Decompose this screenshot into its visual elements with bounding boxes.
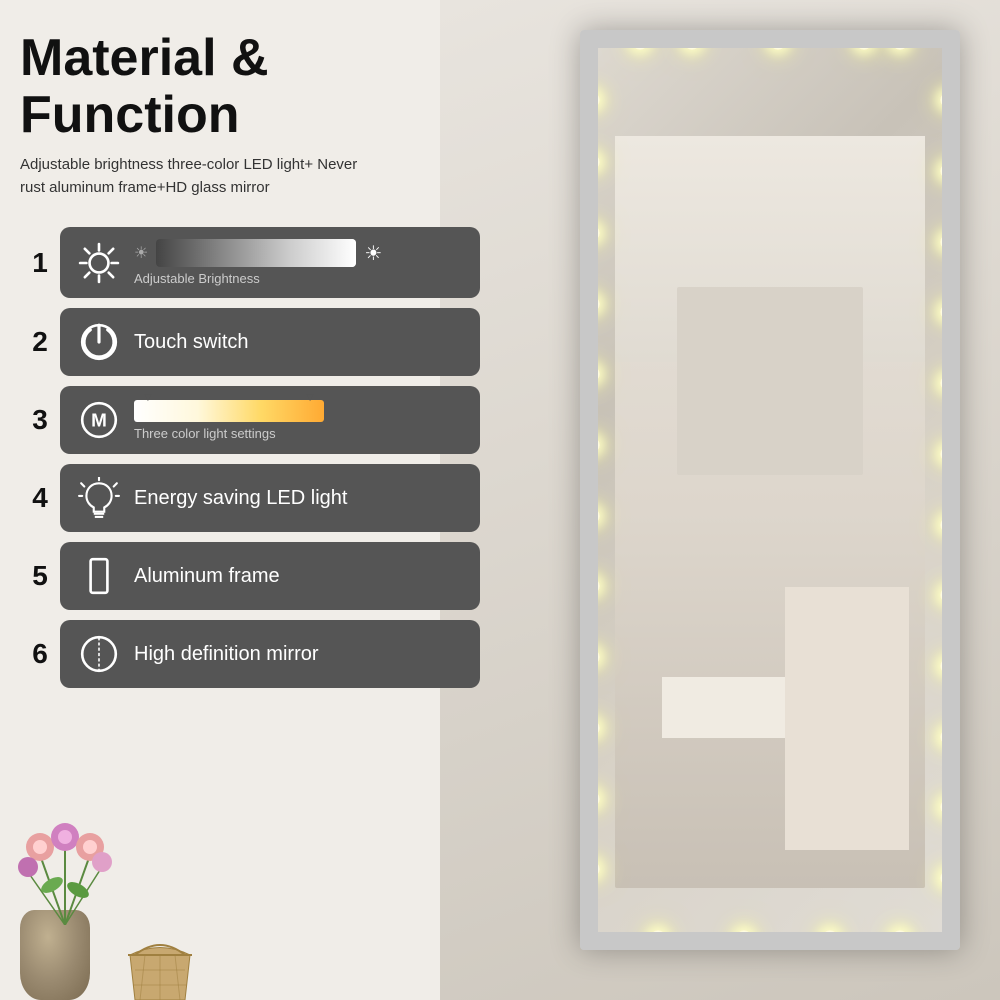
- feature-number-2: 2: [20, 326, 60, 358]
- aluminum-frame-label: Aluminum frame: [134, 565, 280, 587]
- mirror-icon: [78, 633, 120, 675]
- led-bulb: [650, 930, 666, 946]
- feature-text-6: High definition mirror: [134, 643, 462, 666]
- basket: [120, 935, 200, 1000]
- led-bulb: [892, 34, 908, 50]
- page-subtitle: Adjustable brightness three-color LED li…: [20, 154, 360, 199]
- bulb-icon: [78, 477, 120, 519]
- energy-saving-label: Energy saving LED light: [134, 487, 347, 509]
- led-bulb: [584, 225, 600, 241]
- feature-card-2: Touch switch: [60, 308, 480, 376]
- feature-card-5: Aluminum frame: [60, 542, 480, 610]
- flowers: [0, 805, 130, 930]
- room-interior: [615, 136, 925, 887]
- page-wrapper: Material & Function Adjustable brightnes…: [0, 0, 1000, 1000]
- led-bulb: [940, 234, 956, 250]
- led-bulb: [940, 92, 956, 108]
- led-bulb: [736, 930, 752, 946]
- led-bulb: [584, 720, 600, 736]
- led-bulb: [940, 799, 956, 815]
- feature-text-5: Aluminum frame: [134, 565, 462, 588]
- led-bulb: [584, 154, 600, 170]
- feature-text-1: ☀ ☀ Adjustable Brightness: [134, 239, 462, 286]
- feature-text-3: ▼ ▼ Three color light settings: [134, 400, 462, 441]
- feature-list: 1: [20, 227, 480, 688]
- led-bulb: [684, 34, 700, 50]
- feature-item-2: 2 Touch switch: [20, 308, 480, 376]
- led-bulb: [822, 930, 838, 946]
- led-bulb: [892, 930, 908, 946]
- feature-number-5: 5: [20, 560, 60, 592]
- touch-switch-label: Touch switch: [134, 331, 249, 353]
- feature-number-3: 3: [20, 404, 60, 436]
- page-title: Material & Function: [20, 30, 480, 144]
- feature-card-6: High definition mirror: [60, 620, 480, 688]
- brightness-label: Adjustable Brightness: [134, 271, 462, 286]
- feature-item-5: 5 Aluminum frame: [20, 542, 480, 610]
- led-bulb: [940, 729, 956, 745]
- feature-item-1: 1: [20, 227, 480, 298]
- feature-text-2: Touch switch: [134, 331, 462, 354]
- feature-item-3: 3 M ▼ ▼ Three color li: [20, 386, 480, 454]
- bottom-decoration: [0, 780, 320, 1000]
- feature-card-4: Energy saving LED light: [60, 464, 480, 532]
- feature-number-1: 1: [20, 247, 60, 279]
- color-light-label: Three color light settings: [134, 426, 462, 441]
- led-bulb: [940, 375, 956, 391]
- room-background: [440, 0, 1000, 1000]
- led-bulb: [584, 296, 600, 312]
- hd-mirror-label: High definition mirror: [134, 643, 319, 665]
- led-bulb: [584, 508, 600, 524]
- led-bulb: [940, 658, 956, 674]
- power-icon: [78, 321, 120, 363]
- led-bulb: [856, 34, 872, 50]
- mode-icon: M: [78, 399, 120, 441]
- feature-number-6: 6: [20, 638, 60, 670]
- mirror-frame: [580, 30, 960, 950]
- led-bulb: [584, 437, 600, 453]
- led-bulb: [940, 870, 956, 886]
- brightness-icon: [78, 242, 120, 284]
- feature-card-3: M ▼ ▼ Three color light settings: [60, 386, 480, 454]
- led-bulb: [940, 163, 956, 179]
- led-bulb: [584, 791, 600, 807]
- svg-text:M: M: [91, 411, 107, 432]
- frame-icon: [78, 555, 120, 597]
- feature-text-4: Energy saving LED light: [134, 487, 462, 510]
- feature-item-4: 4: [20, 464, 480, 532]
- feature-card-1: ☀ ☀ Adjustable Brightness: [60, 227, 480, 298]
- led-bulb: [940, 587, 956, 603]
- led-bulb: [770, 34, 786, 50]
- led-bulb: [940, 304, 956, 320]
- led-bulb: [940, 517, 956, 533]
- feature-item-6: 6 High definition mirror: [20, 620, 480, 688]
- led-bulb: [940, 446, 956, 462]
- led-bulb: [584, 649, 600, 665]
- mirror-inner: [598, 48, 942, 932]
- feature-number-4: 4: [20, 482, 60, 514]
